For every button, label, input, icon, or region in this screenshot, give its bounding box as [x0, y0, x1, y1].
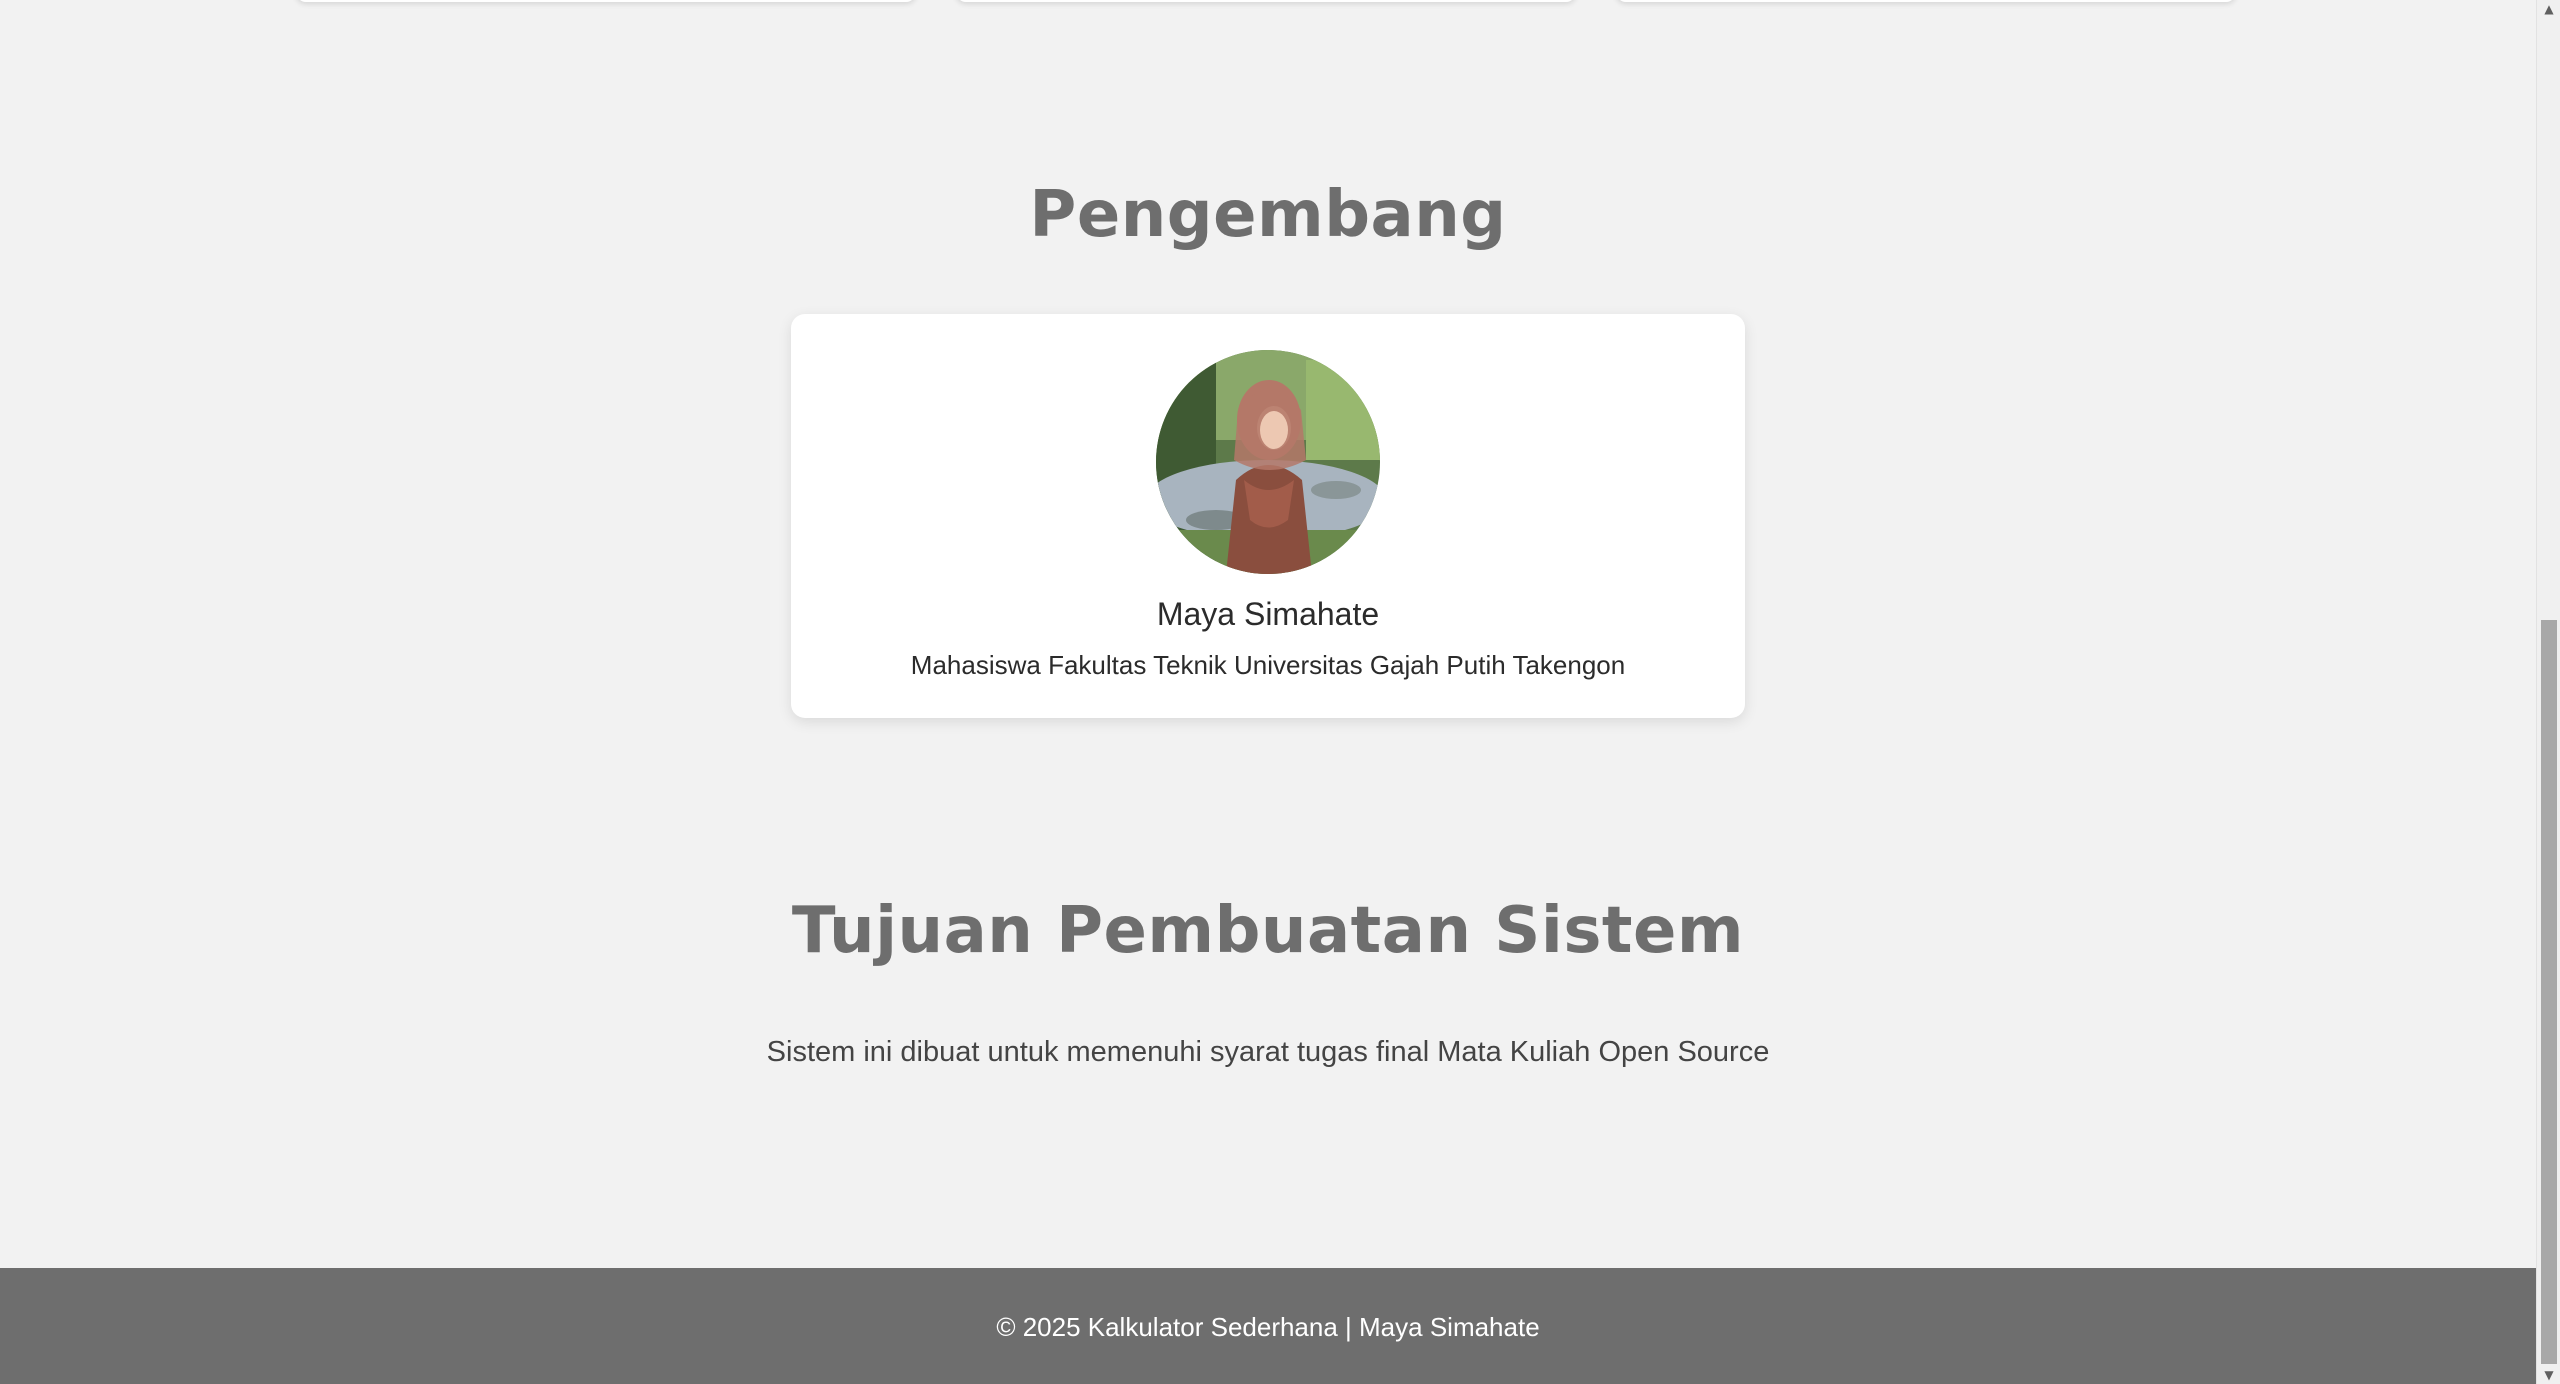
footer-copyright: © 2025 Kalkulator Sederhana | Maya Simah… [996, 1312, 1540, 1342]
scroll-up-icon[interactable]: ▲ [2537, 0, 2560, 18]
feature-card [296, 0, 916, 2]
developer-role: Mahasiswa Fakultas Teknik Universitas Ga… [910, 650, 1626, 680]
scrollbar-thumb[interactable] [2541, 620, 2557, 1364]
scroll-down-icon[interactable]: ▼ [2537, 1366, 2560, 1384]
avatar-photo [1156, 350, 1380, 574]
goal-section-title: Tujuan Pembuatan Sistem [791, 894, 1745, 968]
footer: © 2025 Kalkulator Sederhana | Maya Simah… [0, 1268, 2536, 1384]
developer-section-title: Pengembang [1029, 178, 1507, 252]
feature-card [956, 0, 1576, 2]
scrollbar[interactable]: ▲ ▼ [2536, 0, 2560, 1384]
avatar [1156, 350, 1380, 574]
feature-card [1616, 0, 2236, 2]
developer-card: Maya Simahate Mahasiswa Fakultas Teknik … [791, 314, 1745, 718]
page: Pengembang Maya Simahate Mahasiswa Fakul… [0, 0, 2560, 1384]
developer-name: Maya Simahate [1156, 596, 1380, 632]
goal-description: Sistem ini dibuat untuk memenuhi syarat … [766, 1036, 1770, 1068]
